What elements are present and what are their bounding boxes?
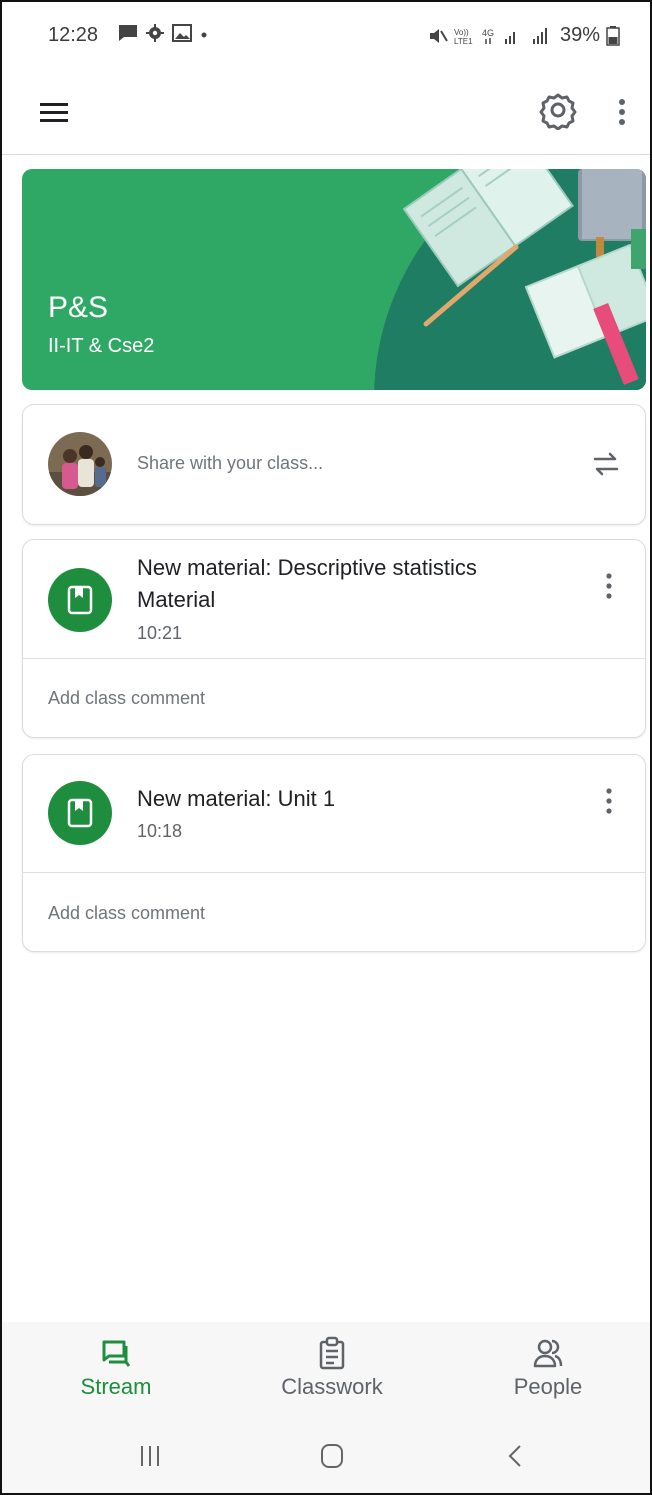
more-options-button[interactable] [610,92,634,132]
more-vert-icon [619,99,625,125]
message-icon [119,25,137,41]
more-vert-icon [606,573,612,599]
repost-button[interactable] [589,447,623,481]
post-divider [23,658,645,659]
user-photo-icon [48,432,112,496]
signal-icon [532,27,547,44]
svg-text:LTE1: LTE1 [454,37,473,45]
recent-apps-button[interactable] [130,1438,170,1474]
avatar [48,432,112,496]
post-more-button[interactable] [597,566,621,606]
home-button[interactable] [312,1438,352,1474]
system-navigation-bar [2,1422,650,1493]
notification-icons [118,24,208,42]
tab-people[interactable]: People [448,1322,648,1422]
material-icon [48,781,112,845]
post-time: 10:18 [137,821,183,841]
people-icon [533,1339,563,1368]
back-chevron-icon [508,1445,521,1467]
book-icon [67,798,93,828]
tab-stream[interactable]: Stream [16,1322,216,1422]
share-with-class-input[interactable]: Share with your class... [137,453,323,474]
signal-icon [504,31,515,44]
back-button[interactable] [496,1438,536,1474]
battery-icon [606,25,620,46]
repost-icon [593,452,619,476]
tab-classwork-label: Classwork [281,1374,383,1399]
class-name: P&S [48,291,109,324]
network-4g-icon: 4G [482,28,494,44]
image-icon [172,24,192,42]
settings-gear-icon [539,93,577,131]
svg-text:Vo)): Vo)) [454,28,469,37]
share-card: Share with your class... [22,404,646,525]
app-bar [2,72,650,155]
hamburger-menu-icon [40,103,68,122]
books-illustration [374,169,646,390]
settings-button[interactable] [538,90,578,131]
post-title: New material: Descriptive statistics Mat… [137,555,477,612]
more-vert-icon [606,788,612,814]
bottom-navigation: Stream Classwork People [2,1322,650,1422]
status-time: 12:28 [48,24,99,46]
post-time: 10:21 [137,623,183,643]
status-bar: 12:28 Vo)) LTE1 4G 39% [2,2,650,72]
classwork-icon [319,1336,345,1370]
post-divider [23,872,645,873]
book-icon [67,585,93,615]
stream-post[interactable]: New material: Descriptive statistics Mat… [22,539,646,738]
gear-icon [146,24,164,42]
home-icon [321,1444,343,1468]
menu-button[interactable] [38,96,70,128]
stream-post[interactable]: New material: Unit 1 10:18 Add class com… [22,754,646,952]
volte-icon: Vo))LTE1 [454,28,473,45]
post-more-button[interactable] [597,781,621,821]
mute-icon [429,28,448,43]
app-frame: 12:28 Vo)) LTE1 4G 39% P&S II-IT & Cse2 … [0,0,652,1495]
tab-classwork[interactable]: Classwork [232,1322,432,1422]
tab-people-label: People [513,1374,583,1399]
material-icon [48,568,112,632]
recent-apps-icon [141,1446,159,1466]
add-class-comment[interactable]: Add class comment [48,903,205,924]
system-status: Vo)) LTE1 4G 39% [428,24,620,47]
tab-stream-label: Stream [80,1374,152,1399]
post-title: New material: Unit 1 [137,786,336,811]
stream-icon [102,1340,131,1367]
class-banner[interactable]: P&S II-IT & Cse2 [22,169,646,390]
class-section: II-IT & Cse2 [48,335,155,357]
battery-percent: 39% [559,24,600,46]
dot-icon [201,32,207,38]
svg-text:4G: 4G [482,28,494,38]
add-class-comment[interactable]: Add class comment [48,688,205,709]
